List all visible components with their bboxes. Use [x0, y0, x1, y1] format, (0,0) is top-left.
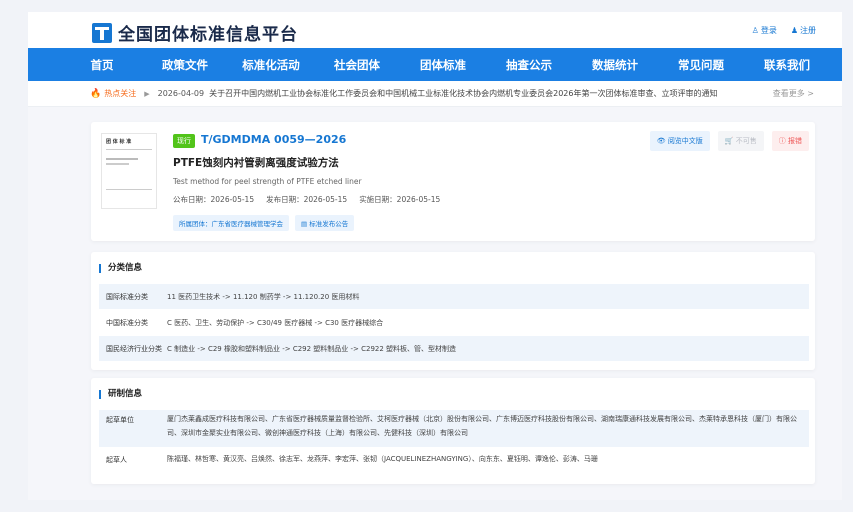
nav-item-activities[interactable]: 标准化活动	[228, 57, 314, 73]
site-title: 全国团体标准信息平台	[118, 25, 298, 45]
status-badge: 现行	[173, 134, 195, 148]
nav-item-inspection[interactable]: 抽查公示	[486, 57, 572, 73]
nav-item-contact[interactable]: 联系我们	[744, 57, 830, 73]
play-icon: ▶	[144, 89, 150, 98]
read-button-label: 阅览中文版	[667, 137, 703, 145]
login-label: 登录	[760, 26, 777, 35]
not-for-sale-button[interactable]: 🛒 不可售	[717, 131, 764, 151]
error-button-label: 报错	[788, 137, 802, 145]
row-key: 起草人	[106, 456, 127, 464]
cart-icon: 🛒	[724, 137, 736, 145]
group-chip[interactable]: 所属团体：广东省医疗器械管理学会	[173, 215, 289, 231]
notice-chip[interactable]: ▤ 标准发布公告	[295, 215, 355, 231]
classification-row: 中国标准分类 C 医药、卫生、劳动保护 -> C30/49 医疗器械 -> C3…	[99, 309, 809, 336]
login-link[interactable]: ♙ 登录	[752, 25, 777, 36]
nav-item-faq[interactable]: 常见问题	[658, 57, 744, 73]
nav-item-policy[interactable]: 政策文件	[142, 57, 228, 73]
row-key: 中国标准分类	[106, 318, 148, 327]
nav-item-groups[interactable]: 社会团体	[314, 57, 400, 73]
standard-card: 团 体 标 准 现行 T/GDMDMA 0059—2026 PTFE蚀刻内衬管剥…	[91, 122, 815, 241]
logo-icon	[92, 22, 112, 43]
user-icon: ♟	[790, 26, 798, 35]
row-key: 国际标准分类	[106, 292, 148, 301]
news-title-link[interactable]: 关于召开中国内燃机工业协会标准化工作委员会和中国机械工业标准化技术协会内燃机专业…	[209, 88, 717, 99]
standard-actions: 👁 阅览中文版 🛒 不可售 ⓘ 报错	[649, 131, 809, 151]
nav-item-statistics[interactable]: 数据统计	[572, 57, 658, 73]
news-more-link[interactable]: 查看更多 >	[773, 88, 814, 99]
nav-item-home[interactable]: 首页	[62, 57, 142, 73]
news-label: 热点关注	[104, 89, 137, 98]
classification-row: 国民经济行业分类 C 制造业 -> C29 橡胶和塑料制品业 -> C292 塑…	[99, 336, 809, 361]
row-value: 陈福瑾、林哲寒、黄汉亮、吕焕然、徐志军、龙燕萍、李宏萍、张韧（JACQUELIN…	[167, 455, 598, 463]
read-chinese-button[interactable]: 👁 阅览中文版	[649, 131, 710, 151]
classification-row: 国际标准分类 11 医药卫生技术 -> 11.120 制药学 -> 11.120…	[99, 284, 809, 309]
news-date: 2026-04-09	[157, 89, 205, 98]
fire-icon: 🔥	[90, 88, 102, 99]
news-ticker: 🔥 热点关注 ▶ 2026-04-09 关于召开中国内燃机工业协会标准化工作委员…	[28, 81, 842, 107]
buy-button-label: 不可售	[735, 137, 757, 145]
development-card: 研制信息 起草单位 厦门杰莱鑫成医疗科技有限公司、广东省医疗器械质量监督检验所、…	[91, 378, 815, 484]
classification-title: 分类信息	[99, 264, 142, 273]
implementation-date: 实施日期：2026-05-15	[359, 195, 441, 204]
development-row: 起草单位 厦门杰莱鑫成医疗科技有限公司、广东省医疗器械质量监督检验所、艾柯医疗器…	[99, 410, 809, 447]
standard-name: PTFE蚀刻内衬管剥离强度试验方法	[173, 157, 339, 169]
classification-card: 分类信息 国际标准分类 11 医药卫生技术 -> 11.120 制药学 -> 1…	[91, 252, 815, 370]
auth-links: ♙ 登录 ♟ 注册	[752, 25, 816, 36]
publish-date: 公布日期：2026-05-15	[173, 195, 255, 204]
document-icon: ▤	[301, 220, 310, 228]
main-nav: 首页 政策文件 标准化活动 社会团体 团体标准 抽查公示 数据统计 常见问题 联…	[28, 48, 842, 81]
row-key: 国民经济行业分类	[106, 344, 162, 353]
thumb-rule	[106, 149, 152, 150]
notice-chip-label: 标准发布公告	[309, 220, 349, 228]
thumb-line	[106, 158, 139, 160]
standard-thumbnail[interactable]: 团 体 标 准	[101, 133, 157, 209]
standard-english-name: Test method for peel strength of PTFE et…	[173, 177, 362, 186]
site-header: 全国团体标准信息平台 ♙ 登录 ♟ 注册	[28, 12, 842, 48]
register-link[interactable]: ♟ 注册	[791, 25, 816, 36]
development-title: 研制信息	[99, 390, 142, 399]
standard-dates: 公布日期：2026-05-15 发布日期：2026-05-15 实施日期：202…	[173, 194, 440, 205]
thumb-title: 团 体 标 准	[106, 139, 132, 145]
thumb-line	[106, 163, 129, 165]
row-value: C 医药、卫生、劳动保护 -> C30/49 医疗器械 -> C30 医疗器械综…	[167, 318, 384, 327]
row-value: C 制造业 -> C29 橡胶和塑料制品业 -> C292 塑料制品业 -> C…	[167, 344, 457, 353]
development-row: 起草人 陈福瑾、林哲寒、黄汉亮、吕焕然、徐志军、龙燕萍、李宏萍、张韧（JACQU…	[99, 450, 809, 474]
row-key: 起草单位	[106, 416, 134, 424]
thumb-rule	[106, 189, 152, 190]
row-value: 11 医药卫生技术 -> 11.120 制药学 -> 11.120.20 医用材…	[167, 292, 360, 301]
alert-icon: ⓘ	[778, 137, 788, 145]
row-value: 厦门杰莱鑫成医疗科技有限公司、广东省医疗器械质量监督检验所、艾柯医疗器械（北京）…	[167, 415, 797, 437]
register-label: 注册	[800, 26, 816, 35]
site-logo[interactable]: 全国团体标准信息平台	[92, 20, 298, 45]
standard-code: T/GDMDMA 0059—2026	[201, 133, 347, 146]
report-error-button[interactable]: ⓘ 报错	[771, 131, 809, 151]
standard-chips: 所属团体：广东省医疗器械管理学会 ▤ 标准发布公告	[173, 215, 355, 231]
issue-date: 发布日期：2026-05-15	[266, 195, 348, 204]
eye-icon: 👁	[656, 137, 668, 145]
nav-item-standards[interactable]: 团体标准	[400, 57, 486, 73]
user-outline-icon: ♙	[751, 26, 759, 35]
